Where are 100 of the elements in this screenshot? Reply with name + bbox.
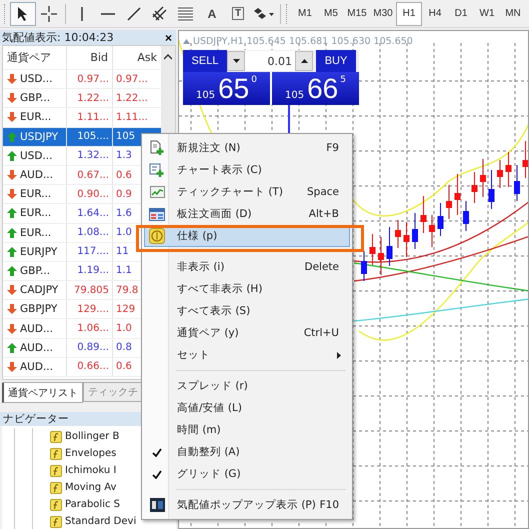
menu-item[interactable]: 時間 (m) bbox=[144, 419, 350, 441]
timeframe-button[interactable]: MN bbox=[500, 2, 526, 26]
candlestick bbox=[488, 170, 494, 210]
indicator-icon bbox=[50, 430, 62, 442]
horizontal-lines-icon bbox=[177, 6, 195, 22]
buy-button[interactable]: BUY bbox=[316, 50, 356, 72]
quote-window-icon bbox=[150, 498, 164, 512]
symbol-cell: EUR... bbox=[20, 188, 52, 200]
price-pips: 65 bbox=[218, 75, 250, 103]
panel-tab[interactable]: 通貨ペアリスト bbox=[2, 383, 83, 403]
bid-cell: 1.19... bbox=[77, 265, 109, 276]
indicator-icon bbox=[50, 448, 62, 460]
candlestick bbox=[378, 236, 384, 276]
quote-row[interactable]: USD... 0.97... 0.97... bbox=[3, 70, 161, 90]
decrease-button[interactable] bbox=[227, 51, 245, 71]
timeframe-button[interactable]: M1 bbox=[292, 2, 318, 26]
candlestick bbox=[522, 140, 528, 178]
symbol-cell: EUR... bbox=[20, 226, 52, 239]
ask-cell: 1.11... bbox=[116, 112, 148, 123]
candlestick bbox=[472, 172, 478, 204]
ask-cell: 1.0 bbox=[116, 323, 132, 334]
price-prefix: 105 bbox=[285, 90, 304, 101]
menu-item[interactable]: グリッド (G) bbox=[144, 463, 350, 485]
timeframe-button[interactable]: D1 bbox=[448, 2, 474, 26]
bid-cell: 1.11... bbox=[77, 112, 109, 123]
column-header[interactable]: Ask bbox=[113, 46, 161, 69]
candlestick bbox=[454, 174, 460, 216]
ask-cell: 0.97... bbox=[116, 74, 148, 85]
ask-cell: 105 bbox=[116, 131, 136, 142]
indicator-item[interactable]: Bollinger B bbox=[65, 431, 120, 442]
menu-item[interactable]: 高値/安値 (L) bbox=[144, 397, 350, 419]
timeframe-button[interactable]: W1 bbox=[474, 2, 500, 26]
indicator-item[interactable]: Parabolic S bbox=[65, 499, 120, 510]
price-prefix: 105 bbox=[196, 90, 216, 101]
indicator-icon bbox=[50, 516, 62, 528]
ask-cell: 1.1 bbox=[116, 265, 132, 276]
symbol-cell: USD... bbox=[20, 73, 52, 86]
check-icon bbox=[152, 470, 162, 478]
timeframe-button[interactable]: M5 bbox=[318, 2, 344, 26]
scroll-up-icon[interactable] bbox=[164, 54, 172, 60]
candlestick bbox=[429, 214, 435, 248]
candlestick bbox=[480, 158, 486, 198]
bid-cell: 1.08... bbox=[77, 227, 109, 238]
bid-cell: 0.67... bbox=[77, 170, 109, 181]
bid-cell: 1.22... bbox=[77, 92, 109, 104]
bid-cell: 1.06... bbox=[77, 323, 109, 334]
timeframe-button[interactable]: H4 bbox=[422, 2, 448, 26]
symbol-cell: USD... bbox=[20, 150, 52, 162]
collapse-icon[interactable] bbox=[183, 38, 190, 44]
ask-cell: 1.6 bbox=[116, 208, 132, 219]
menu-item[interactable]: スプレッド (r) bbox=[144, 375, 350, 397]
symbol-cell: AUD... bbox=[20, 169, 53, 182]
candlestick bbox=[404, 222, 410, 258]
down-caret-icon bbox=[232, 59, 240, 63]
ohlc-values: 105.645 105.681 105.630 105.650 bbox=[246, 36, 413, 46]
column-header[interactable]: Bid bbox=[67, 46, 113, 69]
bid-cell: 117.... bbox=[77, 246, 109, 258]
grid-window-icon bbox=[149, 208, 165, 220]
ask-cell: 1.22... bbox=[116, 92, 148, 104]
ask-cell: 0.6 bbox=[116, 361, 132, 372]
candlestick bbox=[386, 226, 392, 266]
quote-row[interactable]: GBP... 1.22... 1.22... bbox=[3, 89, 161, 108]
submenu-arrow-icon bbox=[337, 352, 341, 358]
close-button[interactable]: × bbox=[162, 32, 174, 44]
timeframe-button[interactable]: M30 bbox=[370, 2, 396, 26]
indicator-item[interactable]: Standard Devi bbox=[65, 516, 136, 527]
navigator-title: ナビゲーター bbox=[3, 412, 69, 426]
candlestick bbox=[497, 160, 503, 188]
label-tool[interactable]: T bbox=[225, 2, 251, 26]
timeframe-button[interactable]: H1 bbox=[396, 2, 422, 26]
column-header[interactable]: 通貨ペア bbox=[3, 46, 67, 69]
indicator-item[interactable]: Moving Av bbox=[65, 482, 116, 493]
bid-cell: 0.66... bbox=[77, 361, 109, 372]
timeframe-button[interactable]: M15 bbox=[344, 2, 370, 26]
indicator-icon bbox=[50, 464, 62, 476]
bid-cell: 79.805 bbox=[74, 284, 109, 296]
candlestick bbox=[370, 234, 376, 266]
symbol-cell: AUD... bbox=[20, 322, 53, 335]
indicator-item[interactable]: Ichimoku I bbox=[65, 465, 116, 476]
chart-symbol: USDJPY,H1 bbox=[193, 36, 244, 46]
lot-field[interactable]: 0.01 bbox=[245, 51, 295, 71]
menu-item[interactable]: 気配値ポップアップ表示 (P) F10 bbox=[144, 494, 350, 516]
symbol-cell: CADJPY bbox=[20, 284, 58, 296]
symbol-cell: GBP... bbox=[20, 264, 50, 277]
bid-cell: 1.64... bbox=[77, 208, 109, 219]
menu-item[interactable]: 自動整列 (A) bbox=[144, 441, 350, 463]
up-caret-icon bbox=[300, 59, 308, 63]
sell-button[interactable]: SELL bbox=[183, 50, 227, 72]
ask-cell: 129 bbox=[116, 304, 136, 315]
bid-cell: 0.97... bbox=[77, 74, 109, 85]
ask-cell: 0.9 bbox=[116, 188, 132, 200]
candlestick bbox=[412, 212, 418, 250]
ask-cell: 79.8 bbox=[116, 284, 138, 296]
indicator-icon bbox=[50, 498, 62, 510]
cursor-tool[interactable] bbox=[10, 2, 36, 26]
indicator-item[interactable]: Envelopes bbox=[65, 448, 116, 459]
crosshair-icon bbox=[41, 6, 57, 22]
increase-button[interactable] bbox=[295, 51, 313, 71]
text-tool[interactable]: A bbox=[199, 2, 225, 26]
price-pips: 66 bbox=[307, 75, 338, 103]
